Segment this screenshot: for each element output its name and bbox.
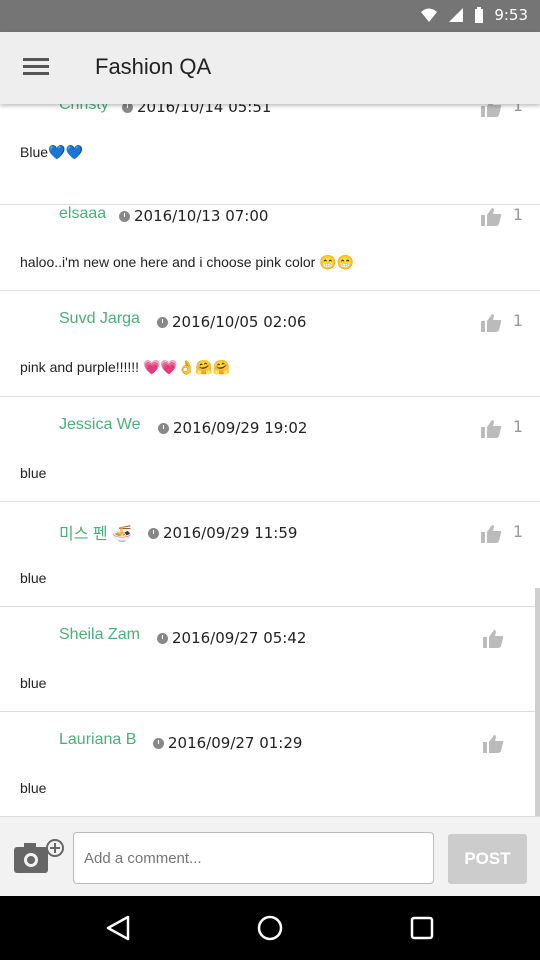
comment-item: Jessica We 2016/09/29 19:02 1 blue bbox=[0, 397, 540, 502]
comment-item: Sheila Zam 2016/09/27 05:42 blue bbox=[0, 607, 540, 712]
comment-timestamp: 2016/09/29 11:59 bbox=[148, 524, 297, 542]
status-icons: 9:53 bbox=[420, 6, 528, 24]
clock-icon bbox=[157, 316, 168, 328]
comment-text: blue bbox=[20, 780, 47, 796]
status-bar: 9:53 bbox=[0, 0, 540, 32]
thumbs-up-icon[interactable] bbox=[480, 207, 502, 227]
comment-author[interactable]: Lauriana B bbox=[59, 731, 136, 749]
clock-icon bbox=[148, 527, 159, 539]
post-button[interactable]: POST bbox=[448, 834, 527, 884]
comment-text: blue bbox=[20, 675, 47, 691]
comment-timestamp: 2016/10/13 07:00 bbox=[119, 207, 268, 225]
navigation-bar bbox=[0, 896, 540, 960]
comment-item: Lauriana B 2016/09/27 01:29 blue bbox=[0, 712, 540, 816]
comment-author[interactable]: 미스 펜 🍜 bbox=[59, 520, 132, 544]
comment-text: Blue💙💙 bbox=[20, 144, 83, 160]
signal-icon bbox=[449, 8, 464, 22]
wifi-icon bbox=[421, 8, 438, 22]
thumbs-up-icon[interactable] bbox=[480, 524, 502, 544]
like-count: 1 bbox=[512, 311, 523, 330]
clock-icon bbox=[158, 422, 169, 434]
comment-timestamp: 2016/09/29 19:02 bbox=[158, 419, 307, 437]
thumbs-up-icon[interactable] bbox=[480, 104, 502, 118]
battery-icon bbox=[475, 7, 484, 23]
comment-author[interactable]: Jessica We bbox=[59, 416, 141, 434]
comment-author[interactable]: Christy bbox=[59, 104, 109, 114]
comment-timestamp: 2016/10/05 02:06 bbox=[157, 313, 306, 331]
thumbs-up-icon[interactable] bbox=[482, 734, 504, 754]
comment-composer: POST bbox=[0, 816, 540, 896]
like-count: 1 bbox=[512, 522, 523, 541]
status-time: 9:53 bbox=[494, 6, 528, 24]
comment-timestamp: 2016/09/27 01:29 bbox=[153, 734, 302, 752]
comment-text: pink and purple!!!!!! 💗💗👌🤗🤗 bbox=[20, 359, 231, 375]
thumbs-up-icon[interactable] bbox=[482, 629, 504, 649]
comment-text: haloo..i'm new one here and i choose pin… bbox=[20, 254, 355, 270]
clock-icon bbox=[122, 104, 133, 113]
comment-author[interactable]: elsaaa bbox=[59, 205, 106, 223]
clock-icon bbox=[119, 210, 130, 222]
like-count: 1 bbox=[512, 104, 523, 115]
like-count: 1 bbox=[512, 205, 523, 224]
recents-icon[interactable] bbox=[408, 914, 436, 942]
comment-list[interactable]: Christy 2016/10/14 05:51 1 Blue💙💙 elsaaa… bbox=[0, 104, 540, 816]
comment-input[interactable] bbox=[73, 832, 434, 884]
thumbs-up-icon[interactable] bbox=[480, 419, 502, 439]
hamburger-icon[interactable] bbox=[20, 54, 52, 82]
comment-author[interactable]: Sheila Zam bbox=[59, 626, 140, 644]
comment-item: Suvd Jarga 2016/10/05 02:06 1 pink and p… bbox=[0, 291, 540, 397]
comment-timestamp: 2016/10/14 05:51 bbox=[122, 104, 271, 116]
thumbs-up-icon[interactable] bbox=[480, 313, 502, 333]
home-icon[interactable] bbox=[256, 914, 284, 942]
comment-item: 미스 펜 🍜 2016/09/29 11:59 1 blue bbox=[0, 502, 540, 607]
comment-timestamp: 2016/09/27 05:42 bbox=[157, 629, 306, 647]
comment-text: blue bbox=[20, 465, 47, 481]
camera-add-icon[interactable] bbox=[13, 839, 65, 875]
comment-author[interactable]: Suvd Jarga bbox=[59, 310, 140, 328]
clock-icon bbox=[153, 737, 164, 749]
app-bar: Fashion QA bbox=[0, 32, 540, 104]
scrollbar[interactable] bbox=[535, 588, 540, 816]
page-title: Fashion QA bbox=[95, 54, 212, 79]
clock-icon bbox=[157, 632, 168, 644]
comment-item: elsaaa 2016/10/13 07:00 1 haloo..i'm new… bbox=[0, 185, 540, 291]
back-icon[interactable] bbox=[104, 914, 132, 942]
like-count: 1 bbox=[512, 417, 523, 436]
comment-text: blue bbox=[20, 570, 47, 586]
